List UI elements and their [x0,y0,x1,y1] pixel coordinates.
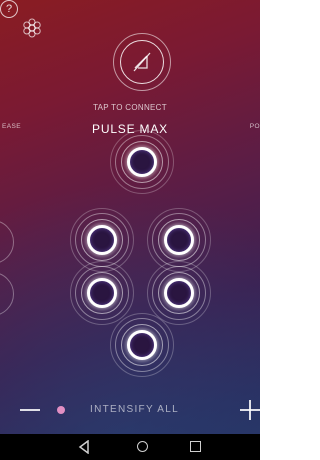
pad-core [87,225,117,255]
tap-to-connect-label: TAP TO CONNECT [93,103,167,112]
prev-mode-label[interactable]: EASE [2,123,21,130]
recent-apps-icon[interactable] [190,441,201,452]
back-icon[interactable] [78,440,90,454]
decrease-intensity-button[interactable] [20,409,40,411]
pad-core [87,278,117,308]
app-screen: ? TAP TO CONNECT PULSE MAX EASE PO INTEN… [0,0,260,460]
settings-flower-icon[interactable] [22,18,42,38]
pad-bottom[interactable] [110,313,174,377]
help-icon[interactable]: ? [0,0,18,18]
pad-top[interactable] [110,130,174,194]
pad-core [127,147,157,177]
offscreen-pad-upper [0,220,14,264]
pad-core [127,330,157,360]
pad-core [164,225,194,255]
increase-intensity-button[interactable] [240,400,260,420]
intensity-slider-handle[interactable] [57,406,65,414]
home-icon[interactable] [137,441,148,452]
intensify-all-label: INTENSIFY ALL [90,404,179,415]
next-mode-label[interactable]: PO [250,123,260,130]
bluetooth-disabled-icon [133,52,151,72]
offscreen-pad-lower [0,272,14,316]
connect-ring-inner [120,40,164,84]
system-nav-bar [0,434,260,460]
connect-button[interactable] [113,33,171,91]
pad-core [164,278,194,308]
